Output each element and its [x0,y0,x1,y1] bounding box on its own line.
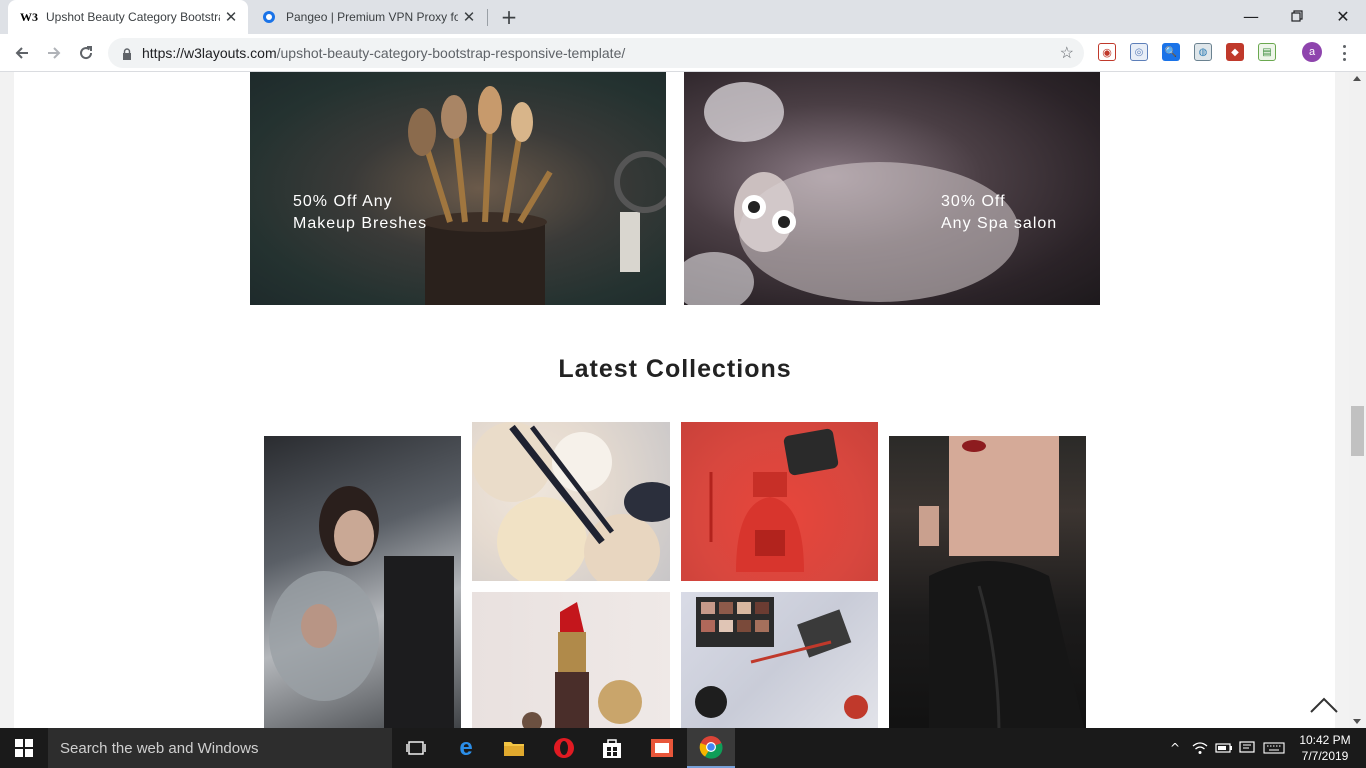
page-viewport: 50% Off Any Makeup Breshes 30% Off Any S… [0,72,1349,728]
store-icon[interactable] [588,728,636,768]
close-tab-icon[interactable]: ✕ [458,6,480,28]
pangeo-icon [260,9,278,25]
new-tab-icon[interactable]: + [498,5,520,29]
tab-title: Pangeo | Premium VPN Proxy for [286,10,458,24]
collection-tile-nail-polish[interactable] [681,422,878,581]
battery-icon[interactable] [1214,728,1234,768]
keyboard-icon[interactable] [1262,728,1286,768]
powder-brushes-image [472,422,670,581]
lock-icon [122,47,132,60]
opera-icon[interactable] [540,728,588,768]
collection-tile-eyeshadow[interactable] [681,592,878,728]
chrome-menu-icon[interactable] [1336,42,1352,64]
page-scrollbar[interactable] [1349,72,1366,728]
close-window-icon[interactable]: ✕ [1320,0,1366,32]
chrome-taskbar-icon[interactable] [687,728,735,768]
forward-icon[interactable] [40,39,68,67]
bookmark-star-icon[interactable]: ☆ [1060,43,1074,63]
lipstick-image [522,602,642,728]
reload-icon[interactable] [72,39,100,67]
nail-polish-image [709,428,839,572]
restore-icon[interactable] [1274,0,1320,32]
wifi-icon[interactable] [1190,728,1210,768]
collection-tile-powder[interactable] [472,422,670,581]
promo-left-line1: 50% Off Any [293,193,393,210]
windows-start-icon[interactable] [0,728,48,768]
url-host: https://w3layouts.com [142,45,277,61]
clock-date: 7/7/2019 [1301,749,1349,763]
close-tab-icon[interactable]: ✕ [220,6,242,28]
extension-globe-icon[interactable]: ◍ [1194,43,1212,61]
notifications-icon[interactable] [1238,728,1256,768]
extension-sheet-icon[interactable]: ▤ [1258,43,1276,61]
makeup-brushes-image [408,86,666,305]
favicon-text: W3 [20,9,38,24]
tab-title: Upshot Beauty Category Bootstra [46,10,220,24]
file-explorer-icon[interactable] [490,728,538,768]
promo-right-line1: 30% Off [941,193,1006,210]
promo-left-line2: Makeup Breshes [293,215,428,232]
browser-toolbar: https://w3layouts.com /upshot-beauty-cat… [0,34,1366,72]
tab-divider [487,9,488,26]
woman-mirror-image [269,486,454,728]
eyeshadow-palette-image [695,597,868,719]
tray-expand-icon[interactable]: ^ [1166,728,1184,768]
collection-tile-lipstick[interactable] [472,592,670,728]
task-view-icon[interactable] [392,728,440,768]
promo-spa-salon[interactable]: 30% Off Any Spa salon [684,72,1100,305]
tab-upshot[interactable]: W3 Upshot Beauty Category Bootstra ✕ [8,0,248,34]
windows-taskbar: Search the web and Windows e ^ 10:42 PM … [0,728,1366,768]
latest-collections-heading: Latest Collections [558,355,792,383]
extension-shield-icon[interactable]: ◉ [1098,43,1116,61]
media-app-icon[interactable] [638,728,686,768]
collection-tile-mirror[interactable] [264,436,461,728]
extension-mcafee-icon[interactable]: ◆ [1226,43,1244,61]
promo-makeup-brushes[interactable]: 50% Off Any Makeup Breshes [250,72,666,305]
taskbar-search-box[interactable]: Search the web and Windows [48,728,392,768]
promo-left-text: 50% Off Any Makeup Breshes [293,191,427,235]
back-to-top-icon[interactable] [1309,695,1339,715]
taskbar-clock[interactable]: 10:42 PM 7/7/2019 [1290,732,1360,764]
scrollbar-thumb[interactable] [1351,406,1364,456]
back-icon[interactable] [8,39,36,67]
minimize-icon[interactable]: — [1228,0,1274,32]
profile-avatar[interactable]: a [1302,42,1322,62]
promo-right-line2: Any Spa salon [941,215,1058,232]
tab-strip: W3 Upshot Beauty Category Bootstra ✕ Pan… [0,0,1366,34]
tab-pangeo[interactable]: Pangeo | Premium VPN Proxy for ✕ [250,0,486,34]
edge-browser-icon[interactable]: e [442,728,490,768]
w3layouts-icon: W3 [20,9,38,25]
scroll-up-icon[interactable] [1353,76,1361,81]
spa-woman-image [684,82,1019,305]
collection-tile-woman-robe[interactable] [889,436,1086,728]
extension-search-icon[interactable]: 🔍 [1162,43,1180,61]
extension-pangeo-icon[interactable]: ◎ [1130,43,1148,61]
clock-time: 10:42 PM [1299,733,1351,747]
page-margin-left [0,72,14,728]
scroll-down-icon[interactable] [1353,719,1361,724]
promo-right-text: 30% Off Any Spa salon [941,191,1057,235]
page-margin-right [1335,72,1349,728]
url-path: /upshot-beauty-category-bootstrap-respon… [276,45,626,61]
woman-black-robe-image [919,436,1085,728]
address-bar[interactable]: https://w3layouts.com /upshot-beauty-cat… [108,38,1084,68]
